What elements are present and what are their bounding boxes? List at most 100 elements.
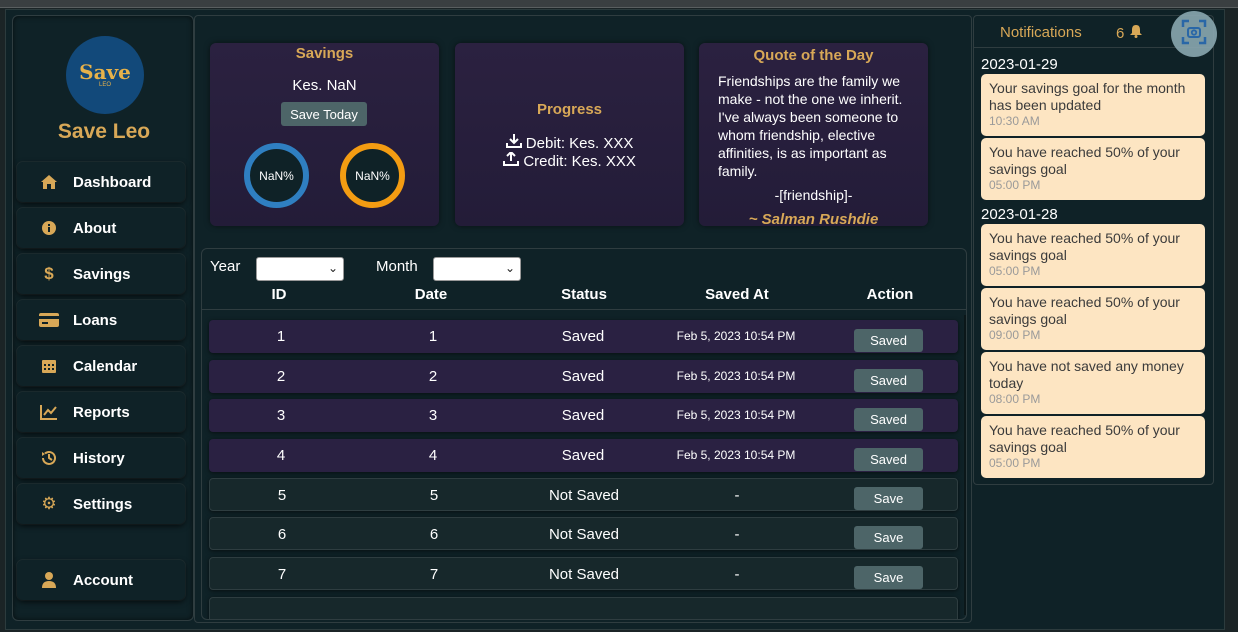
table-row: 1 1 Saved Feb 5, 2023 10:54 PM Saved [209,320,958,353]
savings-amount: Kes. NaN [292,77,357,94]
row-saved-at: Feb 5, 2023 10:54 PM [676,448,796,462]
sidebar-item-label: Savings [73,265,131,283]
row-id: 4 [276,447,286,464]
quote-title: Quote of the Day [753,47,874,64]
month-label: Month [376,258,418,275]
debit-text: Debit: Kes. XXX [525,135,634,152]
logo: Save LEO [66,36,144,114]
saved-button[interactable]: Saved [854,369,923,392]
credit-text: Credit: Kes. XXX [523,153,636,170]
row-status: Saved [561,368,605,385]
savings-title: Savings [295,45,354,62]
sidebar-item-label: About [73,219,117,237]
app-name: Save Leo [57,120,151,143]
table-row: 7 7 Not Saved - Save [209,557,958,590]
notification-item[interactable]: You have reached 50% of your savings goa… [981,416,1205,478]
notification-item[interactable]: You have reached 50% of your savings goa… [981,288,1205,350]
logo-subtext: LEO [98,82,111,88]
notification-message: You have not saved any money today [989,358,1184,391]
year-select[interactable]: ⌄ [256,257,344,281]
row-status: Saved [561,407,605,424]
info-icon [39,218,59,238]
row-saved-at: - [734,566,740,583]
camera-scan-icon [1181,19,1207,50]
month-select[interactable]: ⌄ [433,257,521,281]
table-row: 2 2 Saved Feb 5, 2023 10:54 PM Saved [209,360,958,393]
sidebar-item-savings[interactable]: $ Savings [17,254,185,294]
quote-text: Friendships are the family we make - not… [718,73,903,179]
sidebar-item-history[interactable]: History [17,438,185,478]
row-status: Saved [561,447,605,464]
row-id: 1 [276,328,286,345]
column-header-id: ID [271,286,287,303]
save-today-button[interactable]: Save Today [281,102,367,126]
row-saved-at: - [734,526,740,543]
notification-item[interactable]: You have reached 50% of your savings goa… [981,138,1205,200]
column-header-status: Status [561,286,607,303]
row-saved-at: - [734,487,740,504]
credit-line: Credit: Kes. XXX [455,150,684,170]
save-button[interactable]: Save [854,487,923,510]
table-row-partial [209,597,958,619]
notification-message: You have reached 50% of your savings goa… [989,294,1180,327]
sidebar-item-settings[interactable]: ⚙ Settings [17,484,185,524]
sidebar-item-label: Settings [73,495,133,513]
progress-ring-blue: NaN% [244,143,309,208]
row-date: 2 [428,368,438,385]
sidebar-item-label: Calendar [73,357,138,375]
screenshot-capture-button[interactable] [1171,11,1217,57]
history-icon [39,448,59,468]
save-button[interactable]: Save [854,566,923,589]
progress-card: Progress Debit: Kes. XXX Credit: Kes. XX… [455,43,684,226]
table-row: 6 6 Not Saved - Save [209,517,958,550]
notification-time: 05:00 PM [989,264,1041,278]
notification-time: 05:00 PM [989,178,1041,192]
sidebar-item-account[interactable]: Account [17,560,185,600]
row-date: 6 [429,526,439,543]
row-status: Not Saved [548,487,620,504]
main-content: Savings Kes. NaN Save Today NaN% NaN% Pr… [194,15,972,623]
sidebar-item-reports[interactable]: Reports [17,392,185,432]
sidebar-item-about[interactable]: About [17,208,185,248]
savings-table-panel: Year ⌄ Month ⌄ ID Date Status Saved At A… [201,248,967,620]
gear-icon: ⚙ [41,494,57,513]
save-button[interactable]: Save [854,526,923,549]
row-date: 7 [429,566,439,583]
notifications-panel: Notifications 6 2023-01-29 Your savings … [973,15,1214,485]
card-icon [39,310,59,330]
sidebar-item-label: Reports [73,403,130,421]
dollar-icon: $ [44,264,54,283]
row-id: 5 [277,487,287,504]
debit-line: Debit: Kes. XXX [455,134,684,152]
sidebar-item-label: History [73,449,125,467]
notification-time: 10:30 AM [989,114,1040,128]
table-row: 4 4 Saved Feb 5, 2023 10:54 PM Saved [209,439,958,472]
progress-ring-orange: NaN% [340,143,405,208]
calendar-icon [39,356,59,376]
savings-card: Savings Kes. NaN Save Today NaN% NaN% [210,43,439,226]
row-date: 4 [428,447,438,464]
row-saved-at: Feb 5, 2023 10:54 PM [676,408,796,422]
table-scrollbar[interactable] [964,315,966,615]
saved-button[interactable]: Saved [854,448,923,471]
sidebar-item-label: Account [73,571,133,589]
notification-date-header: 2023-01-29 [981,56,1058,73]
notifications-title: Notifications [1000,24,1082,41]
row-id: 3 [276,407,286,424]
table-row: 5 5 Not Saved - Save [209,478,958,511]
header-divider [202,309,966,310]
notification-item[interactable]: Your savings goal for the month has been… [981,74,1205,136]
saved-button[interactable]: Saved [854,329,923,352]
saved-button[interactable]: Saved [854,408,923,431]
sidebar-item-calendar[interactable]: Calendar [17,346,185,386]
row-saved-at: Feb 5, 2023 10:54 PM [676,329,796,343]
notification-count: 6 [1116,24,1143,42]
sidebar-item-loans[interactable]: Loans [17,300,185,340]
sidebar-item-dashboard[interactable]: Dashboard [17,162,185,202]
progress-title: Progress [536,101,603,118]
chart-line-icon [39,402,59,422]
notification-item[interactable]: You have reached 50% of your savings goa… [981,224,1205,286]
column-header-action: Action [866,286,914,303]
logo-text: Save [79,60,131,84]
notification-item[interactable]: You have not saved any money today 08:00… [981,352,1205,414]
